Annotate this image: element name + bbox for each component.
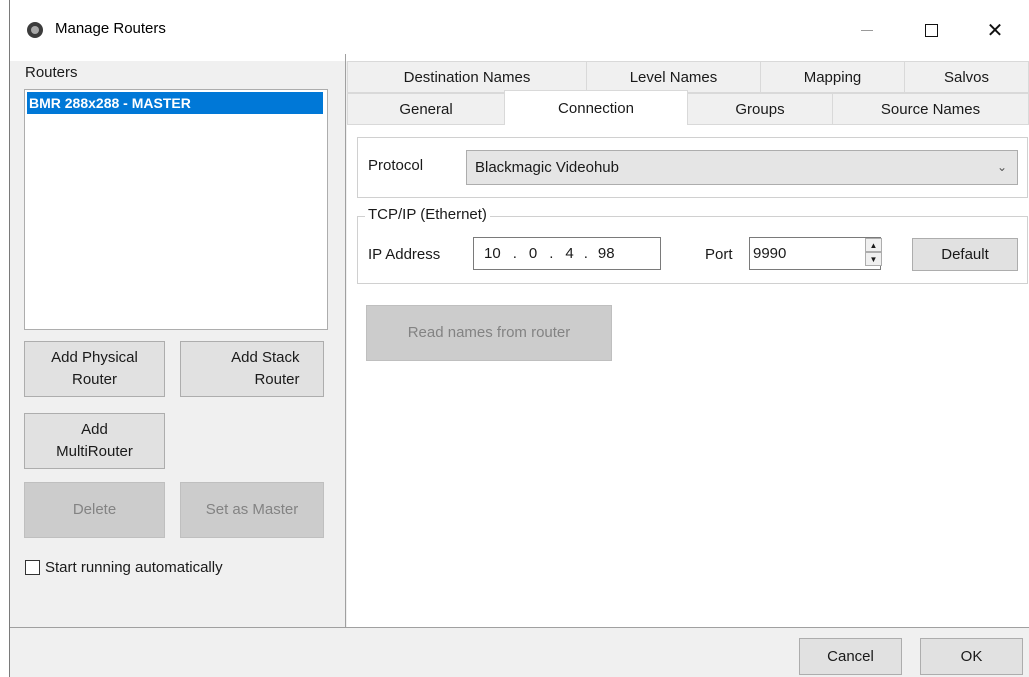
protocol-label: Protocol bbox=[368, 157, 424, 174]
start-automatically-checkbox[interactable] bbox=[25, 560, 40, 575]
ip-address-label: IP Address bbox=[368, 246, 441, 263]
minimize-icon bbox=[861, 29, 873, 31]
add-physical-router-label: Add Physical Router bbox=[51, 349, 138, 388]
close-icon: ✕ bbox=[986, 19, 1004, 42]
start-automatically-label: Start running automatically bbox=[45, 559, 223, 576]
add-stack-router-button[interactable]: Add Stack Router bbox=[180, 341, 324, 397]
window-title: Manage Routers bbox=[55, 20, 166, 37]
maximize-button[interactable] bbox=[908, 10, 954, 50]
tab-label: General bbox=[399, 100, 453, 118]
chevron-down-icon: ⌄ bbox=[996, 160, 1007, 174]
cancel-label: Cancel bbox=[827, 647, 874, 665]
tab-groups[interactable]: Groups bbox=[687, 93, 833, 125]
tab-general[interactable]: General bbox=[347, 93, 505, 125]
port-field[interactable]: 9990 bbox=[749, 237, 881, 270]
dialog-footer: Cancel OK bbox=[10, 627, 1029, 677]
tab-label: Level Names bbox=[629, 68, 718, 86]
tab-label: Groups bbox=[735, 100, 785, 118]
spin-up-icon[interactable]: ▲ bbox=[865, 238, 882, 252]
ok-button[interactable]: OK bbox=[920, 638, 1023, 675]
protocol-value: Blackmagic Videohub bbox=[475, 159, 619, 176]
tab-label: Destination Names bbox=[403, 68, 531, 86]
ip-octet-3: 4 bbox=[565, 245, 574, 262]
add-multirouter-label: Add MultiRouter bbox=[56, 421, 133, 460]
tab-label: Mapping bbox=[803, 68, 862, 86]
tab-level-names[interactable]: Level Names bbox=[586, 61, 761, 93]
delete-button[interactable]: Delete bbox=[24, 482, 165, 538]
protocol-select[interactable]: Blackmagic Videohub ⌄ bbox=[466, 150, 1018, 185]
ip-octet-1: 10 bbox=[484, 245, 501, 262]
ip-address-field[interactable]: 10 . 0 . 4 . 98 bbox=[473, 237, 661, 270]
default-label: Default bbox=[941, 245, 989, 263]
set-as-master-button[interactable]: Set as Master bbox=[180, 482, 324, 538]
port-value: 9990 bbox=[753, 245, 787, 262]
settings-panel: Destination Names Level Names Mapping Sa… bbox=[347, 54, 1029, 627]
read-names-label: Read names from router bbox=[407, 324, 571, 342]
router-list[interactable]: BMR 288x288 - MASTER bbox=[24, 89, 328, 330]
maximize-icon bbox=[924, 23, 938, 37]
tab-source-names[interactable]: Source Names bbox=[832, 93, 1029, 125]
tab-label: Source Names bbox=[880, 100, 981, 118]
ok-label: OK bbox=[960, 647, 983, 665]
port-spinner[interactable]: ▲ ▼ bbox=[865, 238, 882, 266]
ip-octet-2: 0 bbox=[528, 245, 538, 262]
minimize-button[interactable] bbox=[844, 10, 890, 50]
ip-octet-4: 98 bbox=[597, 245, 615, 262]
tab-label: Salvos bbox=[943, 68, 990, 86]
tcpip-group-title: TCP/IP (Ethernet) bbox=[365, 206, 490, 223]
add-stack-router-label: Add Stack Router bbox=[231, 349, 300, 388]
panel-divider bbox=[345, 54, 346, 627]
default-button[interactable]: Default bbox=[912, 238, 1018, 271]
manage-routers-window: Manage Routers ✕ Routers BMR 288x288 - M… bbox=[9, 0, 1029, 677]
ip-dot: . bbox=[583, 245, 588, 262]
close-button[interactable]: ✕ bbox=[972, 10, 1018, 50]
title-bar: Manage Routers ✕ bbox=[10, 0, 1029, 61]
ip-dot: . bbox=[549, 245, 554, 262]
delete-label: Delete bbox=[72, 501, 117, 519]
cancel-button[interactable]: Cancel bbox=[799, 638, 902, 675]
add-physical-router-button[interactable]: Add Physical Router bbox=[24, 341, 165, 397]
add-multirouter-button[interactable]: Add MultiRouter bbox=[24, 413, 165, 469]
port-label: Port bbox=[705, 246, 733, 263]
tab-mapping[interactable]: Mapping bbox=[760, 61, 905, 93]
routers-label: Routers bbox=[25, 64, 78, 81]
router-list-item[interactable]: BMR 288x288 - MASTER bbox=[27, 92, 323, 114]
tab-salvos[interactable]: Salvos bbox=[904, 61, 1029, 93]
read-names-button[interactable]: Read names from router bbox=[366, 305, 612, 361]
start-automatically-option[interactable]: Start running automatically bbox=[25, 559, 223, 576]
set-as-master-label: Set as Master bbox=[205, 501, 299, 519]
ip-dot: . bbox=[512, 245, 517, 262]
spin-down-icon[interactable]: ▼ bbox=[865, 252, 882, 266]
routers-panel: Routers BMR 288x288 - MASTER Add Physica… bbox=[10, 61, 345, 627]
app-icon bbox=[27, 22, 43, 38]
tab-connection[interactable]: Connection bbox=[504, 90, 688, 125]
tab-label: Connection bbox=[558, 99, 634, 117]
tab-destination-names[interactable]: Destination Names bbox=[347, 61, 587, 93]
